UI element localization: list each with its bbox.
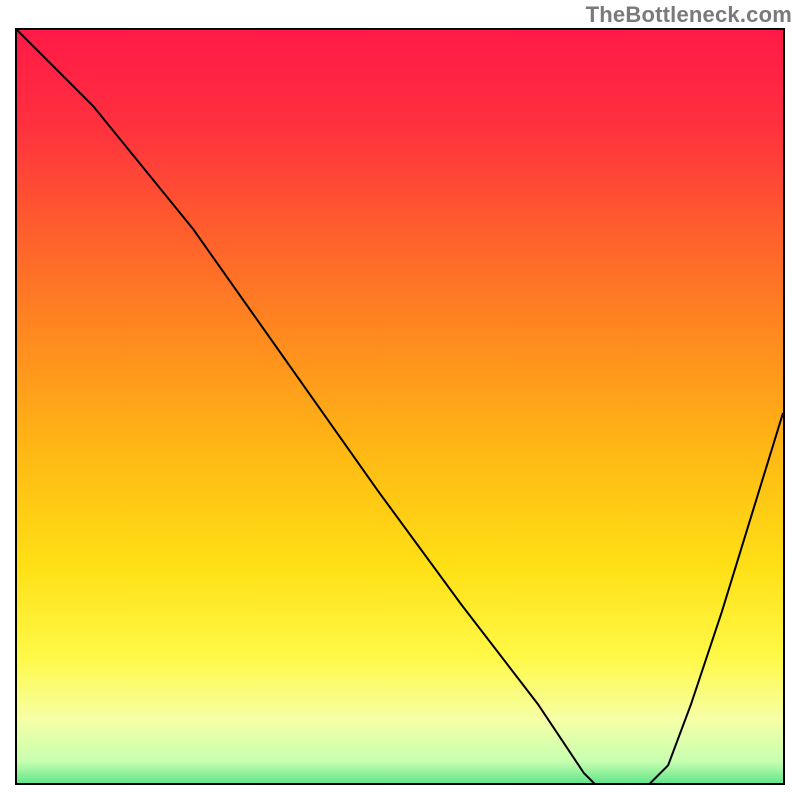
optimal-marker: [17, 30, 783, 785]
attribution-text: TheBottleneck.com: [586, 2, 792, 28]
plot-area: [15, 28, 785, 785]
chart-container: TheBottleneck.com: [0, 0, 800, 800]
